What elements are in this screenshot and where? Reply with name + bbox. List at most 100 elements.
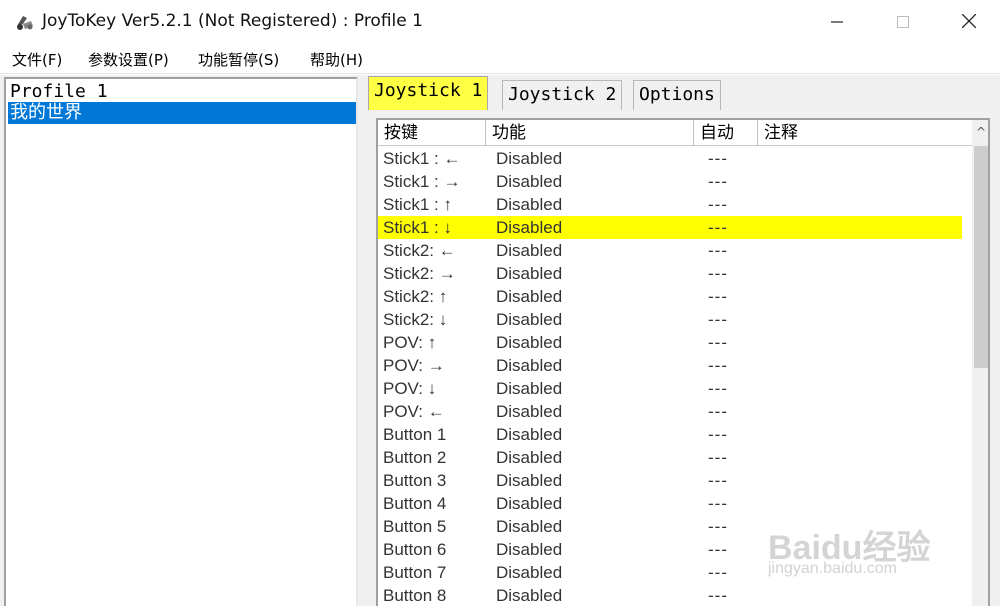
row-key-cell: Stick1 : ↑ bbox=[383, 195, 452, 214]
profile-item-minecraft[interactable]: 我的世界 bbox=[8, 102, 356, 124]
row-function-cell: Disabled bbox=[496, 287, 563, 306]
row-key-cell: Stick2: ← bbox=[383, 241, 456, 260]
row-function-cell: Disabled bbox=[496, 195, 563, 214]
row-function-cell: Disabled bbox=[496, 425, 563, 444]
row-key-cell: Button 3 bbox=[383, 471, 447, 490]
row-auto-cell: --- bbox=[708, 333, 728, 352]
row-auto-cell: --- bbox=[708, 563, 728, 582]
joytokey-app-icon bbox=[14, 12, 36, 32]
row-function-cell: Disabled bbox=[496, 379, 563, 398]
table-row[interactable]: POV: ← Disabled --- bbox=[378, 400, 962, 423]
minimize-icon bbox=[831, 13, 843, 32]
table-row[interactable]: Stick1 : ← Disabled --- bbox=[378, 147, 962, 170]
row-key-cell: Button 6 bbox=[383, 540, 447, 559]
profile-item-profile-1[interactable]: Profile 1 bbox=[8, 81, 356, 103]
row-auto-cell: --- bbox=[708, 540, 728, 559]
table-row[interactable]: Button 3 Disabled --- bbox=[378, 469, 962, 492]
table-row[interactable]: Button 2 Disabled --- bbox=[378, 446, 962, 469]
menu-pause[interactable]: 功能暂停(S) bbox=[198, 49, 279, 70]
row-key-cell: Button 7 bbox=[383, 563, 447, 582]
window-title: JoyToKey Ver5.2.1 (Not Registered) : Pro… bbox=[42, 11, 423, 31]
row-auto-cell: --- bbox=[708, 264, 728, 283]
row-auto-cell: --- bbox=[708, 241, 728, 260]
tab-options[interactable]: Options bbox=[633, 80, 721, 110]
row-key-cell: Button 5 bbox=[383, 517, 447, 536]
row-key-cell: Button 2 bbox=[383, 448, 447, 467]
row-function-cell: Disabled bbox=[496, 517, 563, 536]
table-row[interactable]: Stick1 : → Disabled --- bbox=[378, 170, 962, 193]
row-key-cell: POV: ↑ bbox=[383, 333, 437, 352]
row-key-cell: POV: → bbox=[383, 356, 445, 375]
row-auto-cell: --- bbox=[708, 425, 728, 444]
row-function-cell: Disabled bbox=[496, 471, 563, 490]
row-function-cell: Disabled bbox=[496, 218, 563, 237]
row-function-cell: Disabled bbox=[496, 563, 563, 582]
row-function-cell: Disabled bbox=[496, 540, 563, 559]
row-auto-cell: --- bbox=[708, 310, 728, 329]
row-function-cell: Disabled bbox=[496, 149, 563, 168]
table-row[interactable]: POV: ↑ Disabled --- bbox=[378, 331, 962, 354]
row-key-cell: Button 1 bbox=[383, 425, 447, 444]
profile-list[interactable]: Profile 1 我的世界 bbox=[4, 77, 358, 606]
row-key-cell: Button 8 bbox=[383, 586, 447, 605]
table-row[interactable]: Stick1 : ↑ Disabled --- bbox=[378, 193, 962, 216]
tab-joystick-2[interactable]: Joystick 2 bbox=[502, 80, 623, 110]
row-key-cell: Stick1 : ↓ bbox=[383, 218, 452, 237]
row-function-cell: Disabled bbox=[496, 356, 563, 375]
row-auto-cell: --- bbox=[708, 287, 728, 306]
maximize-icon bbox=[897, 13, 909, 32]
row-auto-cell: --- bbox=[708, 402, 728, 421]
row-auto-cell: --- bbox=[708, 517, 728, 536]
row-function-cell: Disabled bbox=[496, 494, 563, 513]
chevron-up-icon: ^ bbox=[975, 125, 987, 139]
menu-bar: 文件(F) 参数设置(P) 功能暂停(S) 帮助(H) bbox=[0, 44, 1000, 74]
minimize-button[interactable] bbox=[814, 0, 860, 44]
row-key-cell: POV: ← bbox=[383, 402, 445, 421]
table-row[interactable]: Stick2: ← Disabled --- bbox=[378, 239, 962, 262]
row-key-cell: Stick2: → bbox=[383, 264, 456, 283]
row-auto-cell: --- bbox=[708, 218, 728, 237]
row-auto-cell: --- bbox=[708, 471, 728, 490]
close-icon bbox=[961, 13, 977, 32]
column-header-auto[interactable]: 自动 bbox=[694, 120, 758, 146]
close-button[interactable] bbox=[946, 0, 992, 44]
table-row[interactable]: POV: ↓ Disabled --- bbox=[378, 377, 962, 400]
row-key-cell: Stick2: ↓ bbox=[383, 310, 448, 329]
watermark-url: jingyan.baidu.com bbox=[768, 560, 897, 577]
row-function-cell: Disabled bbox=[496, 333, 563, 352]
row-function-cell: Disabled bbox=[496, 310, 563, 329]
column-header-comment[interactable]: 注释 bbox=[758, 120, 972, 146]
scroll-up-button[interactable]: ^ bbox=[972, 120, 988, 146]
row-function-cell: Disabled bbox=[496, 586, 563, 605]
maximize-button[interactable] bbox=[880, 0, 926, 44]
row-function-cell: Disabled bbox=[496, 448, 563, 467]
row-key-cell: POV: ↓ bbox=[383, 379, 437, 398]
column-header-key[interactable]: 按键 bbox=[378, 120, 486, 146]
title-bar: JoyToKey Ver5.2.1 (Not Registered) : Pro… bbox=[0, 0, 1000, 44]
table-row[interactable]: Stick2: ↑ Disabled --- bbox=[378, 285, 962, 308]
row-function-cell: Disabled bbox=[496, 402, 563, 421]
baidu-watermark: Baidu经验 jingyan.baidu.com bbox=[760, 494, 1000, 606]
table-row[interactable]: POV: → Disabled --- bbox=[378, 354, 962, 377]
table-row[interactable]: Button 1 Disabled --- bbox=[378, 423, 962, 446]
table-row[interactable]: Stick1 : ↓ Disabled --- bbox=[378, 216, 962, 239]
menu-file[interactable]: 文件(F) bbox=[12, 49, 62, 70]
menu-settings[interactable]: 参数设置(P) bbox=[88, 49, 169, 70]
row-key-cell: Stick2: ↑ bbox=[383, 287, 448, 306]
row-auto-cell: --- bbox=[708, 494, 728, 513]
tab-joystick-1[interactable]: Joystick 1 bbox=[368, 76, 489, 110]
row-function-cell: Disabled bbox=[496, 264, 563, 283]
row-function-cell: Disabled bbox=[496, 172, 563, 191]
row-auto-cell: --- bbox=[708, 356, 728, 375]
column-header-function[interactable]: 功能 bbox=[486, 120, 694, 146]
row-auto-cell: --- bbox=[708, 448, 728, 467]
row-function-cell: Disabled bbox=[496, 241, 563, 260]
menu-help[interactable]: 帮助(H) bbox=[310, 49, 363, 70]
row-auto-cell: --- bbox=[708, 149, 728, 168]
row-auto-cell: --- bbox=[708, 586, 728, 605]
row-key-cell: Stick1 : → bbox=[383, 172, 461, 191]
scrollbar-thumb[interactable] bbox=[974, 146, 988, 368]
table-row[interactable]: Stick2: ↓ Disabled --- bbox=[378, 308, 962, 331]
table-row[interactable]: Stick2: → Disabled --- bbox=[378, 262, 962, 285]
row-auto-cell: --- bbox=[708, 379, 728, 398]
